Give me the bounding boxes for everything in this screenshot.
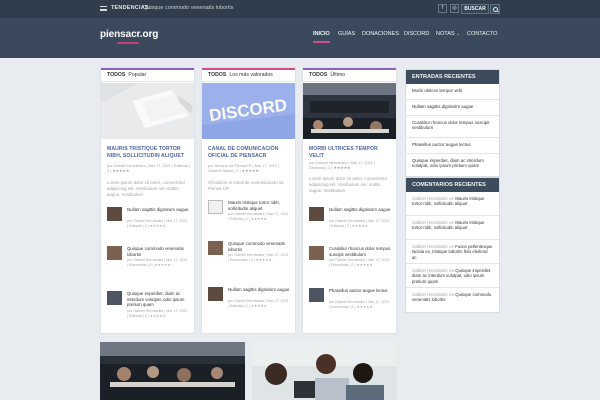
mini-title[interactable]: Mauris tristique tortor nibh, sollicitud… [228,200,290,211]
instagram-icon[interactable]: ◎ [450,4,459,13]
recent-comments-widget: COMENTARIOS RECIENTES Gabriel Hernández … [405,177,500,313]
nav-contacto[interactable]: CONTACTO [467,31,497,37]
tab-strong: TODOS [107,72,126,78]
post-title[interactable]: MORBI ULTRICES TEMPOR VELIT [309,146,391,159]
recent-post-link[interactable]: Quisque imperdiet, diam ac interdum volu… [406,154,499,176]
mini-thumbnail[interactable] [208,287,223,301]
mini-meta: por Gabriel Hernández | Mar 17, 2021 | E… [228,253,289,262]
post-title[interactable]: CANAL DE COMUNICACIÓN OFICIAL DE PIENSAC… [208,146,290,159]
comment-item[interactable]: Gabriel Hernández en Mauris tristique to… [406,192,499,216]
trending-link[interactable]: Quisque commodo venenatis lobortis [143,5,234,11]
post-excerpt: Oficializar el canal de comunicación de … [208,180,284,191]
search-button[interactable]: BUSCAR [461,4,489,14]
comment-author: Gabriel Hernández en [412,196,455,201]
recent-comments-title: COMENTARIOS RECIENTES [406,178,499,192]
recent-posts-widget: ENTRADAS RECIENTES Morbi ultrices tempor… [405,69,500,177]
featured-image[interactable] [101,83,194,139]
comment-author: Gabriel Hernández en [412,292,455,297]
tab-latest[interactable]: TODOS Último [303,68,396,82]
list-item[interactable]: Nullam sagittis dignissim augue por Gabri… [107,207,192,243]
mini-thumbnail[interactable] [107,246,122,260]
facebook-icon[interactable]: f [438,4,447,13]
site-logo[interactable]: piensacr.org [100,29,158,40]
mini-meta: por Gabriel Hernández | Mar 17, 2021 | E… [127,309,188,318]
mini-title[interactable]: Quisque commodo venenatis lobortis [228,241,290,252]
comment-item[interactable]: Gabriel Hernández en Quisque commodo ven… [406,288,499,312]
mini-meta: por Gabriel Hernández | Mar 17, 2021 | E… [329,219,390,228]
mini-title[interactable]: Nullam sagittis dignissim augue [329,207,391,213]
latest-card: TODOS Último MORBI ULTRICES TEMPOR VELIT … [302,67,397,334]
bottom-left-image[interactable] [100,342,245,400]
mini-thumbnail[interactable] [208,200,223,214]
popular-card: TODOS Popular MAURIS TRISTIQUE TORTOR NIB… [100,67,195,334]
list-item[interactable]: Nullam sagittis dignissim augue por Gabri… [208,287,293,323]
mini-thumbnail[interactable] [107,291,122,305]
menu-icon[interactable] [100,6,107,11]
mini-meta: por Gabriel Hernández | Mar 17, 2021 | E… [127,219,188,228]
list-item[interactable]: Phasellus auctor augue lectus por Gabriel… [309,288,394,324]
comment-item[interactable]: Gabriel Hernández en Fusce pellentesque … [406,240,499,264]
search-icon[interactable] [490,4,500,14]
recent-post-link[interactable]: Curabitur rhoncus dolor tempus suscipit … [406,116,499,138]
mini-meta: por Gabriel Hernández | Mar 17, 2021 | E… [127,258,188,267]
comment-author: Gabriel Hernández en [412,268,455,273]
nav-notas-label: NOTAS [436,31,455,37]
recent-post-link[interactable]: Morbi ultrices tempor velit [406,84,499,100]
mini-title[interactable]: Nullam sagittis dignissim augue [228,287,290,293]
list-item[interactable]: Quisque commodo venenatis lobortis por Ga… [107,246,192,282]
post-meta: por Gabriel Hernández | Mar 17, 2021 | D… [309,161,375,170]
recent-post-link[interactable]: Nullam sagittis dignissim augue [406,100,499,116]
logo-underline [117,42,139,44]
mini-title[interactable]: Quisque imperdiet, diam ac interdum volu… [127,291,189,308]
featured-image[interactable] [303,83,396,139]
featured-image[interactable]: DISCORD [202,83,295,139]
list-item[interactable]: Nullam sagittis dignissim augue por Gabri… [309,207,394,243]
comment-author: Gabriel Hernández en [412,244,455,249]
list-item[interactable]: Mauris tristique tortor nibh, sollicitud… [208,200,293,236]
tab-popular[interactable]: TODOS Popular [101,68,194,82]
list-item[interactable]: Quisque commodo venenatis lobortis por Ga… [208,241,293,277]
tab-label: Último [330,72,346,78]
chevron-down-icon: ⌄ [456,31,460,36]
post-meta: por Romero de PiensaCR | Mar 17, 2021 | … [208,164,279,173]
tab-strong: TODOS [208,72,227,78]
post-excerpt: Lorem ipsum dolor sit amet, consectetur … [309,176,388,193]
nav-notas[interactable]: NOTAS ⌄ [436,31,460,37]
mini-thumbnail[interactable] [107,207,122,221]
mini-thumbnail[interactable] [309,288,324,302]
list-item[interactable]: Quisque imperdiet, diam ac interdum volu… [107,291,192,327]
mini-title[interactable]: Quisque commodo venenatis lobortis [127,246,189,257]
top-bar: TENDENCIAS: Quisque commodo venenatis lo… [0,0,600,18]
tab-label: Popular [128,72,147,78]
comment-author: Gabriel Hernández en [412,220,455,225]
mini-thumbnail[interactable] [309,246,324,260]
post-excerpt: Lorem ipsum dolor sit amet, consectetur … [107,180,186,197]
top-rated-card: TODOS Los más valorados DISCORD CANAL DE … [201,67,296,334]
mini-meta: por Gabriel Hernández | Mar 17, 2021 | E… [228,212,289,221]
post-title[interactable]: MAURIS TRISTIQUE TORTOR NIBH, SOLLICITUD… [107,146,189,159]
mini-title[interactable]: Phasellus auctor augue lectus [329,288,391,294]
mini-thumbnail[interactable] [309,207,324,221]
mini-meta: por Gabriel Hernández | Mar 17, 2021 | E… [329,258,390,267]
bottom-right-image[interactable] [252,342,397,400]
nav-guias[interactable]: GUÍAS [338,31,355,37]
comment-item[interactable]: Gabriel Hernández en Quisque imperdiet, … [406,264,499,288]
nav-inicio[interactable]: INICIO [313,31,330,43]
nav-discord[interactable]: DISCORD [404,31,429,37]
post-meta: por Gabriel Hernández | Mar 17, 2021 | E… [107,164,190,173]
list-item[interactable]: Curabitur rhoncus dolor tempus suscipit … [309,246,394,282]
tab-strong: TODOS [309,72,328,78]
recent-post-link[interactable]: Phasellus auctor augue lectus [406,138,499,154]
nav-donaciones[interactable]: DONACIONES [362,31,399,37]
comment-item[interactable]: Gabriel Hernández en Mauris tristique to… [406,216,499,240]
site-header [0,18,600,58]
recent-posts-title: ENTRADAS RECIENTES [406,70,499,84]
tab-label: Los más valorados [229,72,273,78]
mini-title[interactable]: Nullam sagittis dignissim augue [127,207,189,213]
mini-meta: por Gabriel Hernández | Mar 17, 2021 | E… [228,299,289,308]
mini-thumbnail[interactable] [208,241,223,255]
tab-top-rated[interactable]: TODOS Los más valorados [202,68,295,82]
mini-meta: por Gabriel Hernández | Mar 17, 2021 | E… [329,300,390,309]
mini-title[interactable]: Curabitur rhoncus dolor tempus suscipit … [329,246,391,257]
